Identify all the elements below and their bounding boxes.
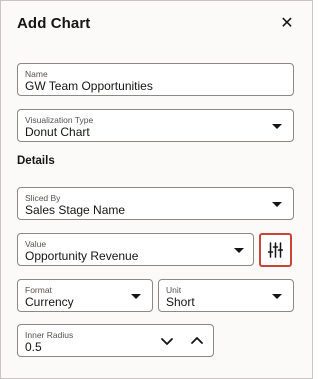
inner-radius-stepper[interactable]: Inner Radius 0.5: [17, 324, 214, 357]
dialog-header: Add Chart ✕: [17, 15, 300, 35]
format-value: Currency: [25, 295, 74, 309]
chevron-down-icon[interactable]: [234, 248, 244, 253]
visualization-type-select[interactable]: Visualization Type Donut Chart: [17, 109, 294, 142]
value-select[interactable]: Value Opportunity Revenue: [17, 233, 254, 266]
increment-button[interactable]: [189, 333, 205, 349]
decrement-button[interactable]: [159, 333, 175, 349]
chevron-down-icon[interactable]: [272, 124, 282, 129]
chevron-down-icon[interactable]: [131, 294, 141, 299]
inner-radius-label: Inner Radius: [25, 330, 74, 340]
format-select[interactable]: Format Currency: [17, 279, 153, 312]
sliced-by-select[interactable]: Sliced By Sales Stage Name: [17, 187, 294, 220]
add-chart-dialog: Add Chart ✕ Name GW Team Opportunities V…: [0, 0, 313, 379]
sliced-by-value: Sales Stage Name: [25, 203, 126, 217]
name-field[interactable]: Name GW Team Opportunities: [17, 63, 294, 96]
close-icon[interactable]: ✕: [278, 15, 296, 33]
dialog-title: Add Chart: [17, 15, 91, 32]
details-heading: Details: [17, 155, 55, 167]
chevron-down-icon[interactable]: [272, 202, 282, 207]
unit-label: Unit: [166, 285, 182, 295]
value-label: Value: [25, 239, 47, 249]
value-settings-button[interactable]: [259, 233, 292, 267]
inner-radius-value[interactable]: 0.5: [25, 340, 42, 354]
chevron-up-icon: [191, 337, 203, 344]
sliced-by-label: Sliced By: [25, 193, 61, 203]
visualization-type-label: Visualization Type: [25, 115, 94, 125]
name-value[interactable]: GW Team Opportunities: [25, 79, 153, 93]
unit-value: Short: [166, 295, 195, 309]
value-value: Opportunity Revenue: [25, 249, 139, 263]
visualization-type-value: Donut Chart: [25, 125, 90, 139]
format-label: Format: [25, 285, 52, 295]
name-label: Name: [25, 69, 48, 79]
sliders-icon: [268, 242, 283, 258]
chevron-down-icon[interactable]: [272, 294, 282, 299]
unit-select[interactable]: Unit Short: [158, 279, 294, 312]
chevron-down-icon: [161, 338, 173, 345]
